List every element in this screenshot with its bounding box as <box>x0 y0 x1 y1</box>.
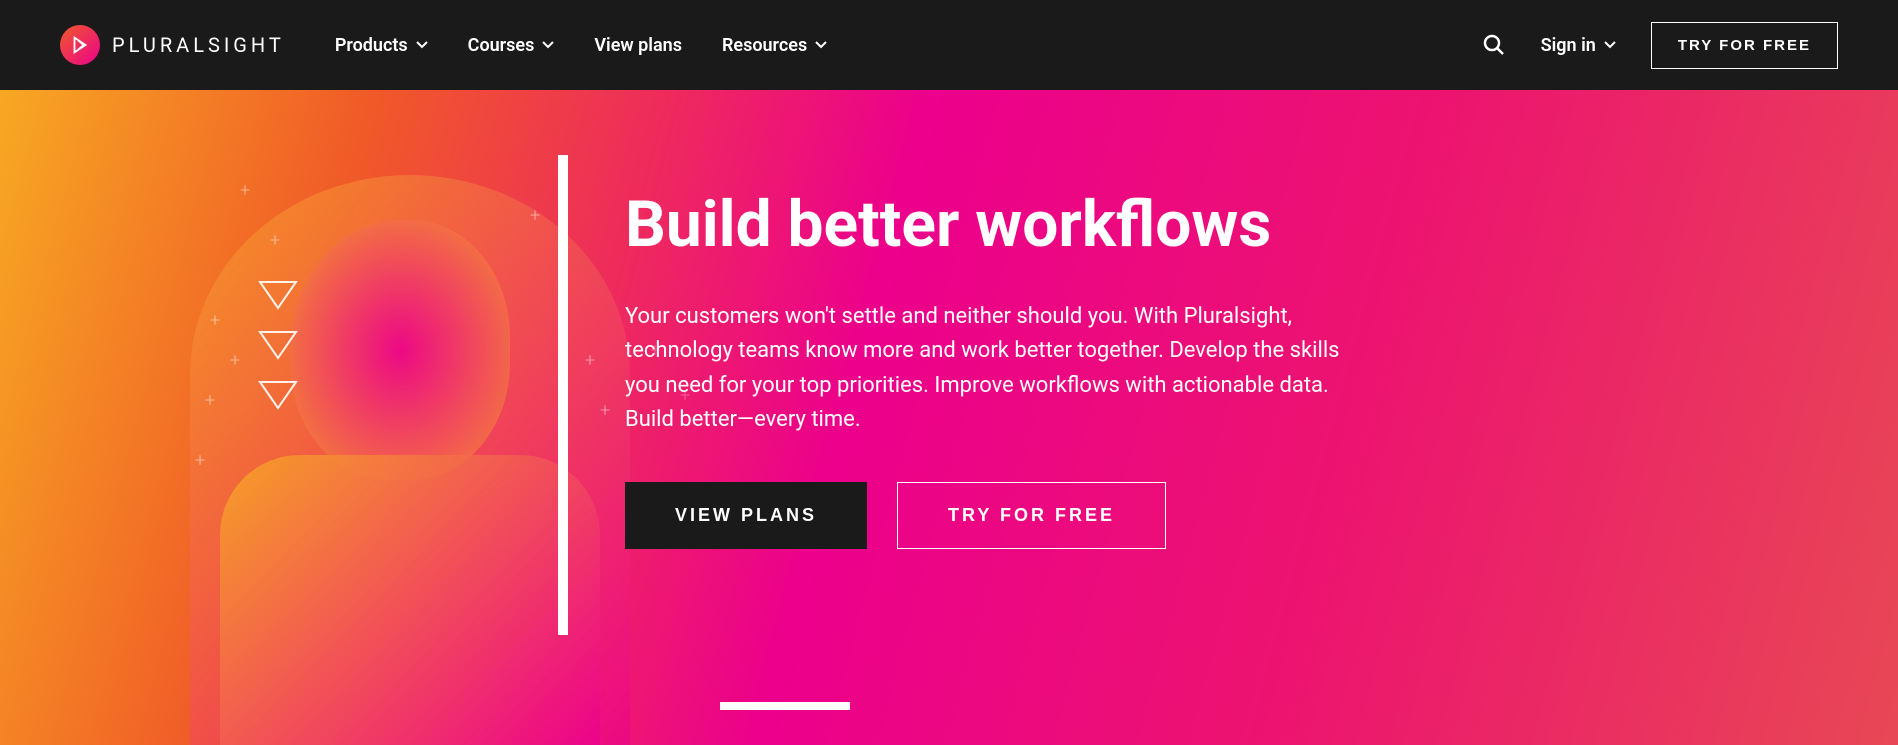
hero-title: Build better workflows <box>625 190 1355 260</box>
nav-label: Products <box>335 35 408 56</box>
nav-view-plans[interactable]: View plans <box>594 35 682 56</box>
nav-label: Resources <box>722 35 807 56</box>
plus-icon: + <box>530 205 540 226</box>
chevron-down-icon <box>416 39 428 51</box>
signin-label: Sign in <box>1541 35 1596 56</box>
try-free-hero-button[interactable]: TRY FOR FREE <box>897 482 1166 549</box>
triangle-icon <box>258 280 298 310</box>
chevron-down-icon <box>542 39 554 51</box>
hero-buttons: VIEW PLANS TRY FOR FREE <box>625 482 1355 549</box>
nav-courses[interactable]: Courses <box>468 35 555 56</box>
plus-icon: + <box>195 450 205 471</box>
site-header: PLURALSIGHT Products Courses View plans … <box>0 0 1898 90</box>
nav-products[interactable]: Products <box>335 35 428 56</box>
decorative-vline <box>558 155 568 635</box>
main-nav: Products Courses View plans Resources <box>335 35 1482 56</box>
plus-icon: + <box>205 390 215 411</box>
decorative-hline <box>720 702 850 710</box>
nav-resources[interactable]: Resources <box>722 35 827 56</box>
plus-icon: + <box>240 180 250 201</box>
triangle-icon <box>258 380 298 410</box>
hero-section: + + + + + + + + + + + Build better workf… <box>0 90 1898 745</box>
view-plans-button[interactable]: VIEW PLANS <box>625 482 867 549</box>
plus-icon: + <box>585 350 595 371</box>
triangle-icon <box>258 330 298 360</box>
plus-icon: + <box>600 400 610 421</box>
header-right: Sign in TRY FOR FREE <box>1482 22 1838 69</box>
signin-link[interactable]: Sign in <box>1541 35 1616 56</box>
try-free-button[interactable]: TRY FOR FREE <box>1651 22 1838 69</box>
logo-text: PLURALSIGHT <box>112 33 285 57</box>
nav-label: Courses <box>468 35 535 56</box>
search-icon[interactable] <box>1482 33 1506 57</box>
nav-label: View plans <box>594 35 682 56</box>
plus-icon: + <box>210 310 220 331</box>
logo-icon <box>60 25 100 65</box>
hero-description: Your customers won't settle and neither … <box>625 300 1355 436</box>
plus-icon: + <box>270 230 280 251</box>
logo[interactable]: PLURALSIGHT <box>60 25 285 65</box>
chevron-down-icon <box>1604 39 1616 51</box>
hero-content: Build better workflows Your customers wo… <box>625 190 1355 549</box>
plus-icon: + <box>230 350 240 371</box>
chevron-down-icon <box>815 39 827 51</box>
